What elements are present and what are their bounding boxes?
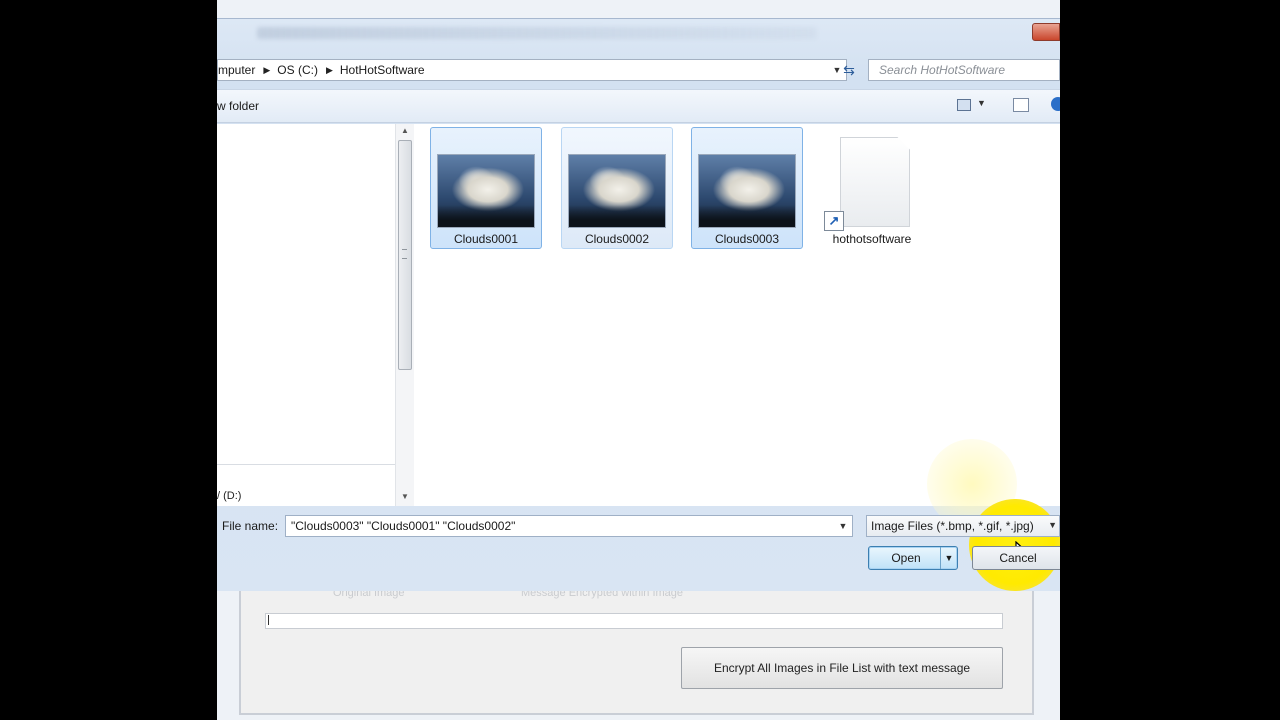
open-split-dropdown-icon[interactable]: ▼	[940, 547, 957, 569]
help-icon[interactable]	[1051, 97, 1060, 111]
file-name-label: hothotsoftware	[832, 232, 912, 246]
file-type-value[interactable]: Image Files (*.bmp, *.gif, *.jpg)	[871, 519, 1034, 533]
file-name-label: Clouds0003	[714, 232, 780, 246]
dialog-title	[257, 27, 817, 39]
open-button-label[interactable]: Open	[869, 547, 943, 569]
preview-pane-icon[interactable]	[1013, 98, 1029, 112]
cloud-thumbnail	[698, 154, 796, 228]
file-name-value[interactable]: "Clouds0003" "Clouds0001" "Clouds0002"	[291, 519, 515, 533]
file-item-clouds0003[interactable]: Clouds0003	[691, 127, 803, 249]
file-name-input[interactable]: "Clouds0003" "Clouds0001" "Clouds0002" ▼	[285, 515, 853, 537]
screen: Original Image Message Encrypted within …	[217, 0, 1060, 720]
cloud-thumbnail	[437, 154, 535, 228]
views-icon[interactable]	[957, 99, 971, 111]
text-caret	[268, 615, 269, 625]
cancel-button[interactable]: Cancel	[972, 546, 1060, 570]
scroll-up-icon[interactable]: ▲	[401, 126, 409, 135]
scroll-thumb[interactable]	[398, 140, 412, 370]
encrypt-all-button[interactable]: Encrypt All Images in File List with tex…	[681, 647, 1003, 689]
close-button[interactable]	[1032, 23, 1060, 41]
navigation-pane[interactable]: / (D:) ▲ ▼	[217, 124, 414, 506]
address-bar[interactable]: mputer ▶ OS (C:) ▶ HotHotSoftware ▼	[217, 59, 847, 81]
document-icon	[840, 137, 910, 227]
nav-divider	[217, 464, 395, 465]
file-type-dropdown-icon[interactable]: ▼	[1048, 520, 1057, 530]
views-dropdown-icon[interactable]: ▼	[977, 98, 986, 108]
file-name-field-label: File name:	[222, 519, 279, 533]
refresh-icon[interactable]: ⇆	[837, 59, 861, 81]
search-input[interactable]: Search HotHotSoftware	[868, 59, 1060, 81]
new-folder-button[interactable]: w folder	[217, 99, 259, 113]
file-item-clouds0001[interactable]: Clouds0001	[430, 127, 542, 249]
open-file-dialog: mputer ▶ OS (C:) ▶ HotHotSoftware ▼ ⇆ Se…	[217, 18, 1060, 591]
breadcrumb-separator-icon[interactable]: ▶	[324, 65, 340, 76]
file-type-select[interactable]: Image Files (*.bmp, *.gif, *.jpg) ▼	[866, 515, 1060, 537]
scroll-down-icon[interactable]: ▼	[401, 492, 409, 501]
nav-scrollbar[interactable]: ▲ ▼	[395, 124, 414, 506]
breadcrumb-separator-icon[interactable]: ▶	[261, 65, 277, 76]
nav-item-drive-d[interactable]: / (D:)	[217, 490, 241, 502]
scroll-grip-icon	[402, 249, 407, 259]
open-button[interactable]: Open ▼	[868, 546, 958, 570]
file-name-dropdown-icon[interactable]: ▼	[834, 516, 852, 536]
file-item-hothotsoftware[interactable]: ↗ hothotsoftware	[824, 127, 920, 249]
file-item-clouds0002[interactable]: Clouds0002	[561, 127, 673, 249]
shortcut-arrow-icon: ↗	[824, 211, 844, 231]
file-name-label: Clouds0001	[453, 232, 519, 246]
breadcrumb-drive[interactable]: OS (C:)	[277, 63, 324, 77]
background-app-window: Original Image Message Encrypted within …	[239, 585, 1034, 715]
file-name-label: Clouds0002	[584, 232, 650, 246]
file-list[interactable]	[265, 613, 1003, 629]
command-bar: w folder ▼	[217, 89, 1060, 123]
file-list-pane[interactable]: Clouds0001 Clouds0002 Clouds0003 ↗ hotho…	[414, 124, 1060, 591]
dialog-titlebar[interactable]	[217, 19, 1060, 53]
breadcrumb-computer[interactable]: mputer	[218, 63, 261, 77]
cloud-thumbnail	[568, 154, 666, 228]
breadcrumb-folder[interactable]: HotHotSoftware	[340, 63, 431, 77]
